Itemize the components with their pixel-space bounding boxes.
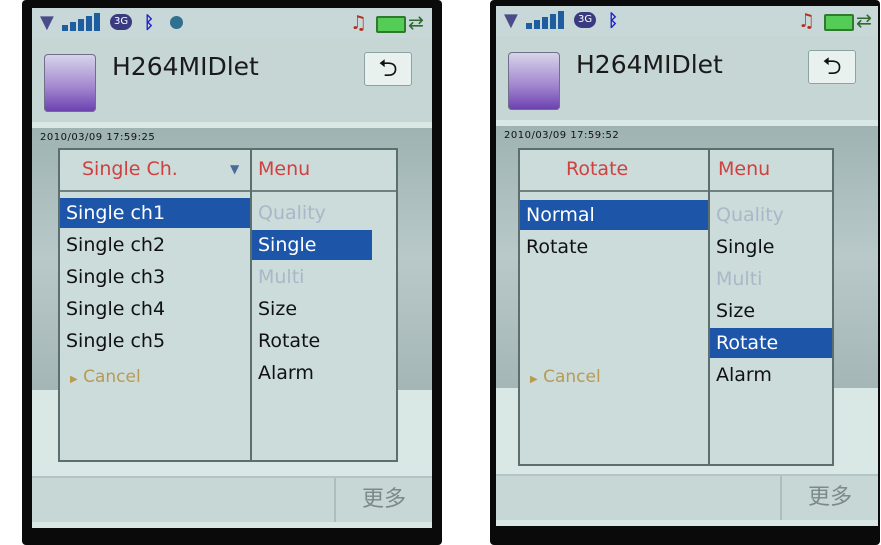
sync-icon: ⇄ xyxy=(408,12,424,34)
app-icon xyxy=(44,54,96,112)
softkey-bar: 更多 xyxy=(496,474,878,520)
options-menu: Single Ch. ▼ Single ch1 Single ch2 Single … xyxy=(58,148,398,462)
app-title: H264MIDlet xyxy=(576,50,723,79)
phone-left: ▼ 3G ᛒ ♫ ⇄ H264MIDlet ⮌ 2010/03/09 17:59… xyxy=(22,0,442,545)
battery-icon xyxy=(376,16,406,33)
main-menu-panel: Menu Quality Single Multi Size Rotate Alarm xyxy=(250,150,396,460)
signal-arrow-icon: ▼ xyxy=(40,12,54,33)
signal-strength-icon xyxy=(526,9,566,29)
menu-item[interactable]: Size xyxy=(252,294,372,324)
music-icon: ♫ xyxy=(798,10,816,32)
submenu-item[interactable]: Single ch2 xyxy=(60,230,250,260)
submenu-item[interactable]: Single ch1 xyxy=(60,198,250,228)
video-timestamp: 2010/03/09 17:59:52 xyxy=(504,130,620,141)
back-button[interactable]: ⮌ xyxy=(808,50,856,84)
status-bar: ▼ 3G ᛒ ♫ ⇄ xyxy=(496,6,878,36)
arrow-right-icon: ▶ xyxy=(70,374,78,385)
cancel-item[interactable]: ▶ Cancel xyxy=(64,362,250,392)
back-button[interactable]: ⮌ xyxy=(364,52,412,86)
menu-item[interactable]: Quality xyxy=(710,200,832,230)
menu-item[interactable]: Size xyxy=(710,296,832,326)
more-softkey[interactable]: 更多 xyxy=(334,478,432,522)
menu-item[interactable]: Single xyxy=(710,232,832,262)
softkey-bar: 更多 xyxy=(32,476,432,522)
submenu-title: Rotate xyxy=(566,158,629,180)
menu-item[interactable]: Alarm xyxy=(252,358,372,388)
app-title: H264MIDlet xyxy=(112,52,259,81)
battery-icon xyxy=(824,14,854,31)
signal-arrow-icon: ▼ xyxy=(504,10,518,31)
menu-item[interactable]: Single xyxy=(252,230,372,260)
bluetooth-icon: ᛒ xyxy=(608,11,619,31)
phone-screen: ▼ 3G ᛒ ♫ ⇄ H264MIDlet ⮌ 2010/03/09 17:59… xyxy=(496,6,878,526)
menu-item[interactable]: Quality xyxy=(252,198,372,228)
sync-icon: ⇄ xyxy=(856,10,872,32)
status-bar: ▼ 3G ᛒ ♫ ⇄ xyxy=(32,8,432,38)
more-softkey[interactable]: 更多 xyxy=(780,476,878,520)
phone-screen: ▼ 3G ᛒ ♫ ⇄ H264MIDlet ⮌ 2010/03/09 17:59… xyxy=(32,8,432,528)
network-type-badge: 3G xyxy=(574,12,597,28)
connection-icon xyxy=(170,16,183,29)
menu-item[interactable]: Alarm xyxy=(710,360,832,390)
submenu-item[interactable]: Single ch4 xyxy=(60,294,250,324)
submenu-item[interactable]: Single ch3 xyxy=(60,262,250,292)
submenu-item[interactable]: Single ch5 xyxy=(60,326,250,356)
app-icon xyxy=(508,52,560,110)
menu-title: Menu xyxy=(258,158,311,180)
submenu-item[interactable]: Normal xyxy=(520,200,708,230)
submenu-item[interactable]: Rotate xyxy=(520,232,708,262)
menu-title: Menu xyxy=(718,158,771,180)
music-icon: ♫ xyxy=(350,12,368,34)
network-type-badge: 3G xyxy=(110,14,133,30)
submenu-panel: Rotate Normal Rotate ▶ Cancel xyxy=(520,150,708,464)
options-menu: Rotate Normal Rotate ▶ Cancel Menu Qualit… xyxy=(518,148,834,466)
arrow-right-icon: ▶ xyxy=(530,374,538,385)
title-bar: H264MIDlet ⮌ xyxy=(32,38,432,122)
submenu-header: Single Ch. ▼ xyxy=(60,150,250,192)
menu-item[interactable]: Rotate xyxy=(710,328,832,358)
submenu-panel: Single Ch. ▼ Single ch1 Single ch2 Single … xyxy=(60,150,250,460)
cancel-label: Cancel xyxy=(83,367,141,387)
bluetooth-icon: ᛒ xyxy=(144,13,155,33)
signal-strength-icon xyxy=(62,11,102,31)
menu-header: Menu xyxy=(252,150,396,192)
submenu-header: Rotate xyxy=(520,150,708,192)
main-menu-panel: Menu Quality Single Multi Size Rotate Alarm xyxy=(708,150,832,464)
video-timestamp: 2010/03/09 17:59:25 xyxy=(40,132,156,143)
cancel-label: Cancel xyxy=(543,367,601,387)
cancel-item[interactable]: ▶ Cancel xyxy=(524,362,708,392)
dropdown-arrow-icon: ▼ xyxy=(230,162,240,176)
submenu-title: Single Ch. xyxy=(82,158,178,180)
menu-header: Menu xyxy=(710,150,832,192)
title-bar: H264MIDlet ⮌ xyxy=(496,36,878,120)
menu-item[interactable]: Rotate xyxy=(252,326,372,356)
menu-item[interactable]: Multi xyxy=(710,264,832,294)
phone-right: ▼ 3G ᛒ ♫ ⇄ H264MIDlet ⮌ 2010/03/09 17:59… xyxy=(490,0,880,545)
menu-item[interactable]: Multi xyxy=(252,262,372,292)
